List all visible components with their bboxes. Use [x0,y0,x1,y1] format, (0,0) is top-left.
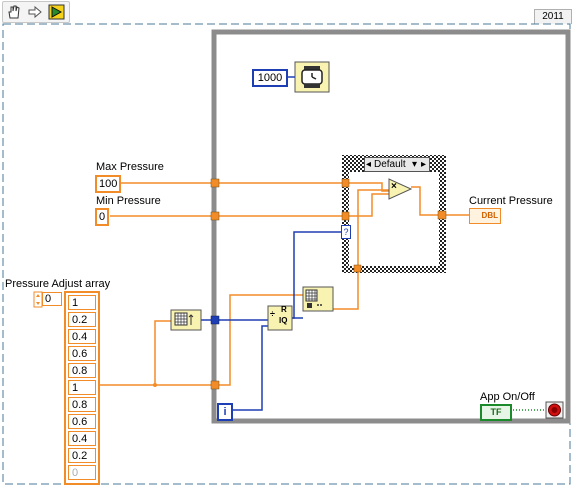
array-index-display[interactable]: 0 [42,292,62,306]
app-on-off-label: App On/Off [480,391,535,403]
case-selector-label[interactable]: ◂ Default ▾ ▸ [364,157,430,172]
case-selector-value: Default [374,159,406,170]
stop-terminal[interactable] [545,401,564,419]
pressure-adjust-array-label: Pressure Adjust array [5,278,111,290]
case-prev-icon[interactable]: ◂ [366,158,371,171]
index-tunnel [210,315,220,325]
wire-junction [153,383,157,387]
min-pressure-control[interactable]: 0 [95,208,109,226]
max-pressure-control[interactable]: 100 [95,175,121,193]
divide-symbol-icon: ÷ [270,309,275,319]
quotient-symbol: IQ [279,316,288,325]
array-element[interactable]: 0.6 [68,346,96,361]
max-pressure-label: Max Pressure [96,161,164,173]
iteration-wire [230,325,268,411]
case-selector-terminal[interactable]: ? [341,225,351,239]
wait-ms-constant[interactable]: 1000 [252,69,288,87]
array-element[interactable]: 1 [68,295,96,310]
array-element[interactable]: 1 [68,380,96,395]
array-element[interactable]: 0.4 [68,329,96,344]
clock-icon [301,66,323,88]
array-element[interactable]: 0.4 [68,431,96,446]
current-pressure-indicator[interactable]: DBL [469,208,501,224]
current-pressure-label: Current Pressure [469,195,553,207]
array-size-node[interactable] [170,309,202,331]
iteration-terminal: i [217,403,233,421]
array-element[interactable]: 0.8 [68,363,96,378]
index-array-node[interactable] [302,286,334,312]
case-dropdown-icon[interactable]: ▾ [412,158,417,171]
array-element[interactable]: 0.8 [68,397,96,412]
array-element[interactable]: 0.6 [68,414,96,429]
array-element[interactable]: 0 [68,465,96,480]
multiply-symbol: × [391,181,397,192]
min-pressure-label: Min Pressure [96,195,161,207]
remainder-symbol: R [281,305,287,314]
current-pressure-type: DBL [481,211,498,220]
array-element[interactable]: 0.2 [68,448,96,463]
array-element[interactable]: 0.2 [68,312,96,327]
case-next-icon[interactable]: ▸ [421,158,426,171]
app-on-off-control[interactable]: TF [480,404,512,421]
